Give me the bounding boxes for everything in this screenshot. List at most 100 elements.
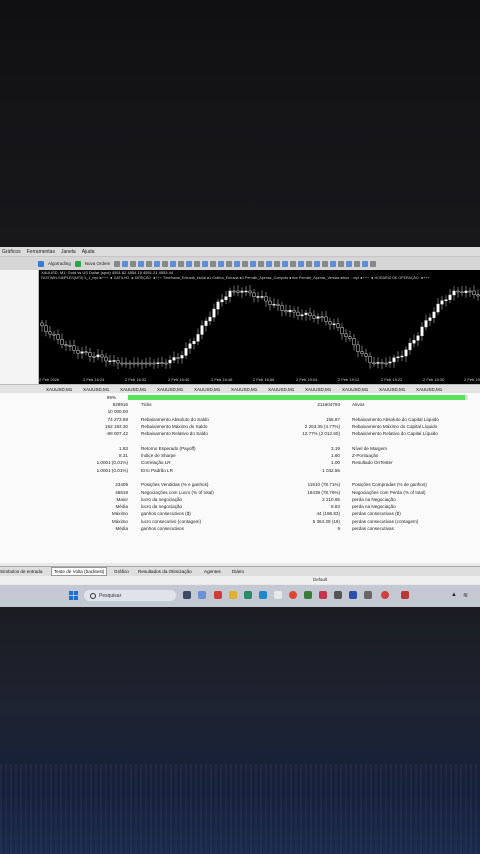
- chart-tab[interactable]: XAUUSD,M1: [194, 387, 220, 392]
- value-left: Máximo: [111, 518, 128, 524]
- toolbar-tool-icon[interactable]: [162, 260, 169, 267]
- chart-title: XAUUSD, M1: Gold vs US Dollar (spot) 455…: [41, 270, 174, 275]
- price-chart[interactable]: XAUUSD, M1: Gold vs US Dollar (spot) 455…: [39, 270, 480, 384]
- menu-graficos[interactable]: Gráficos: [2, 249, 21, 255]
- toolbar-tool-icon[interactable]: [210, 260, 217, 267]
- candle-body: [220, 299, 224, 303]
- label-right: perdas consecutivas ($): [352, 511, 401, 517]
- toolbar-tool-icon[interactable]: [170, 260, 177, 267]
- toolbar-tool-icon[interactable]: [250, 260, 257, 267]
- toolbar-tool-icon[interactable]: [130, 260, 137, 267]
- report-row: 10 000.00: [0, 408, 480, 415]
- candle-body: [232, 290, 236, 293]
- label-right: Rebaixamento Relativo do Capital Líquido: [352, 431, 438, 437]
- tester-tab[interactable]: Gráfico: [114, 569, 129, 574]
- chart-tab[interactable]: XAUUSD,M1: [342, 387, 368, 392]
- candle-body: [444, 299, 448, 301]
- app-icon[interactable]: [364, 591, 372, 599]
- chart-tab[interactable]: XAUUSD,M1: [268, 387, 294, 392]
- label-right: perdas consecutivas (contagem): [352, 518, 419, 524]
- toolbar-tool-icon[interactable]: [274, 260, 281, 267]
- candle-body: [200, 325, 204, 335]
- chart-tab[interactable]: XAUUSD,M1: [157, 387, 183, 392]
- chart-tab[interactable]: XAUUSD,M1: [83, 387, 109, 392]
- wifi-icon[interactable]: ≋: [463, 592, 468, 599]
- file-explorer-icon[interactable]: [229, 591, 237, 599]
- tester-tab[interactable]: Diário: [232, 569, 244, 574]
- toolbar-tool-icon[interactable]: [114, 260, 121, 267]
- app-l-icon[interactable]: [214, 591, 222, 599]
- report-row: 162 183.30 Rebaixamento Máximo do Saldo 2 …: [0, 423, 480, 430]
- toolbar-tool-icon[interactable]: [370, 260, 377, 267]
- algotrading-button[interactable]: Algotrading: [46, 261, 73, 266]
- progress-bar-fill: [128, 394, 465, 400]
- chart-tab[interactable]: XAUUSD,M1: [305, 387, 331, 392]
- candle-body: [260, 296, 264, 298]
- candle-body: [432, 311, 436, 318]
- tester-tab[interactable]: Agentes: [204, 569, 221, 574]
- chevron-up-icon[interactable]: ▲: [451, 592, 457, 598]
- toolbar-tool-icon[interactable]: [258, 260, 265, 267]
- toolbar-tool-icon[interactable]: [202, 260, 209, 267]
- toolbar-tool-icon[interactable]: [242, 260, 249, 267]
- toolbar-tool-icon[interactable]: [282, 260, 289, 267]
- candle-body: [468, 290, 472, 293]
- menu-ferramentas[interactable]: Ferramentas: [27, 249, 55, 255]
- report-row: Máximo ganhos consecutivos ($) 44 (196.83)…: [0, 510, 480, 517]
- toolbar-tool-icon[interactable]: [266, 260, 273, 267]
- toolbar-tool-icon[interactable]: [330, 260, 337, 267]
- chart-tab[interactable]: XAUUSD,M1: [416, 387, 442, 392]
- toolbar-tool-icon[interactable]: [226, 260, 233, 267]
- widgets-icon[interactable]: [198, 591, 206, 599]
- label-right: Rebaixamento Máximo do Capital Líquido: [352, 423, 438, 429]
- app-icon[interactable]: [319, 591, 327, 599]
- app-icon[interactable]: [334, 591, 342, 599]
- chart-tab[interactable]: XAUUSD,M1: [120, 387, 146, 392]
- toolbar-tool-icon[interactable]: [122, 260, 129, 267]
- toolbar-tool-icon[interactable]: [346, 260, 353, 267]
- toolbar-tool-icon[interactable]: [146, 260, 153, 267]
- toolbar-tool-icon[interactable]: [218, 260, 225, 267]
- app-icon[interactable]: [259, 591, 267, 599]
- toolbar-tool-icon[interactable]: [178, 260, 185, 267]
- tester-tab[interactable]: Teste de Volta (backtest): [51, 567, 108, 576]
- tester-tab[interactable]: Resultados da Otimização: [138, 569, 192, 574]
- toolbar-tool-icon[interactable]: [138, 260, 145, 267]
- task-view-icon[interactable]: [183, 591, 191, 599]
- toolbar-tool-icon[interactable]: [154, 260, 161, 267]
- toolbar-tool-icon[interactable]: [186, 260, 193, 267]
- candle-body: [416, 335, 420, 341]
- chrome-icon[interactable]: [289, 591, 297, 599]
- toolbar-tool-icon[interactable]: [322, 260, 329, 267]
- chart-tab[interactable]: XAUUSD,M1: [231, 387, 257, 392]
- toolbar-tool-icon[interactable]: [194, 260, 201, 267]
- candle-body: [164, 362, 168, 365]
- toolbar-tool-icon[interactable]: [298, 260, 305, 267]
- app-icon[interactable]: [401, 591, 409, 599]
- tester-tab[interactable]: Símbolos de entrada: [0, 569, 42, 574]
- new-order-button[interactable]: Nova Ordem: [83, 261, 113, 266]
- metatrader-icon[interactable]: [349, 591, 357, 599]
- toolbar-tool-icon[interactable]: [362, 260, 369, 267]
- candle-body: [192, 341, 196, 345]
- candle-body: [40, 322, 44, 326]
- chart-tab[interactable]: XAUUSD,M1: [379, 387, 405, 392]
- value-left: 1.83: [119, 445, 128, 451]
- menu-ajuda[interactable]: Ajuda: [82, 249, 95, 255]
- toolbar-tool-icon[interactable]: [314, 260, 321, 267]
- chart-tab[interactable]: XAUUSD,M1: [46, 387, 72, 392]
- toolbar-tool-icon[interactable]: [338, 260, 345, 267]
- taskbar-search-box[interactable]: Pesquisar: [84, 590, 176, 601]
- windows-start-icon[interactable]: [69, 591, 78, 600]
- edge-browser-icon[interactable]: [244, 591, 252, 599]
- toolbar-tool-icon[interactable]: [306, 260, 313, 267]
- toolbar-tool-icon[interactable]: [290, 260, 297, 267]
- candle-body: [156, 362, 160, 364]
- app-icon[interactable]: [304, 591, 312, 599]
- menu-janela[interactable]: Janela: [61, 249, 76, 255]
- store-icon[interactable]: [274, 591, 282, 599]
- toolbar-tool-icon[interactable]: [354, 260, 361, 267]
- report-row: 1.83 Retorno Esperado (Payoff) 3.19 Nível d…: [0, 445, 480, 452]
- toolbar-tool-icon[interactable]: [234, 260, 241, 267]
- app-icon[interactable]: [381, 591, 389, 599]
